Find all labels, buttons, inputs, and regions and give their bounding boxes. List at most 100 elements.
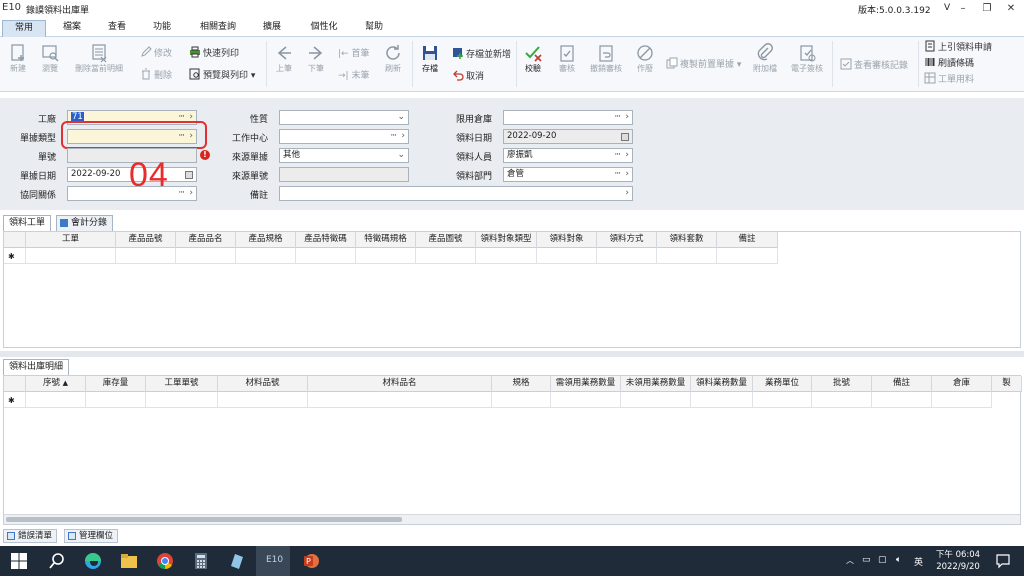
- system-clock[interactable]: 下午 06:04 2022/9/20: [930, 549, 986, 573]
- source-doc-select[interactable]: 其他 ⌄: [279, 148, 409, 163]
- copy-prev-doc-button[interactable]: 複製前置單據 ▾: [666, 57, 741, 71]
- browse-button[interactable]: 瀏覽: [36, 43, 64, 74]
- attachment-button[interactable]: 附加檔: [748, 43, 782, 74]
- nature-select[interactable]: ⌄: [279, 110, 409, 125]
- col-header[interactable]: 特徵碼規格: [356, 232, 416, 248]
- menu-tab-extend[interactable]: 擴展: [252, 20, 292, 37]
- remark-field[interactable]: ›: [279, 186, 633, 201]
- notes-app-icon[interactable]: [228, 552, 246, 570]
- chevron-right-icon[interactable]: ›: [401, 130, 405, 143]
- col-header[interactable]: 製: [992, 376, 1022, 392]
- issuer-field[interactable]: 廖振凱 ··· ›: [503, 148, 633, 163]
- version-dropdown-icon[interactable]: V: [944, 3, 950, 13]
- menu-tab-help[interactable]: 幫助: [354, 20, 394, 37]
- issue-dept-field[interactable]: 倉管 ··· ›: [503, 167, 633, 182]
- maximize-button[interactable]: ❐: [976, 1, 998, 17]
- powerpoint-icon[interactable]: P: [302, 552, 320, 570]
- chevron-right-icon[interactable]: ›: [625, 168, 629, 181]
- calculator-icon[interactable]: [192, 552, 210, 570]
- col-header[interactable]: 領料對象類型: [476, 232, 537, 248]
- edge-browser-icon[interactable]: [84, 552, 102, 570]
- calendar-icon[interactable]: [185, 171, 193, 179]
- volume-icon[interactable]: 🔈︎: [896, 555, 901, 565]
- chevron-right-icon[interactable]: ›: [625, 187, 629, 200]
- col-header[interactable]: 備註: [872, 376, 932, 392]
- lookup-icon[interactable]: ···: [614, 168, 621, 181]
- last-record-button[interactable]: →| 末筆: [338, 69, 369, 83]
- col-header[interactable]: 產品品名: [176, 232, 236, 248]
- tray-chevron-up-icon[interactable]: ︿: [846, 555, 854, 566]
- table-row[interactable]: ✱: [4, 392, 992, 408]
- file-explorer-icon[interactable]: [120, 552, 138, 570]
- col-header[interactable]: 備註: [717, 232, 778, 248]
- chevron-down-icon[interactable]: ⌄: [397, 111, 405, 124]
- network-icon[interactable]: ▭: [862, 555, 871, 565]
- scrollbar-thumb[interactable]: [6, 517, 402, 522]
- col-header[interactable]: 領料對象: [537, 232, 597, 248]
- windows-start-icon[interactable]: [10, 552, 28, 570]
- first-record-button[interactable]: |← 首筆: [338, 47, 369, 61]
- source-no-field[interactable]: [279, 167, 409, 182]
- menu-tab-file[interactable]: 檔案: [52, 20, 92, 37]
- lookup-icon[interactable]: ···: [614, 111, 621, 124]
- new-button[interactable]: 新建: [4, 43, 32, 74]
- cancel-button[interactable]: 取消: [452, 69, 484, 83]
- warehouse-field[interactable]: ··· ›: [503, 110, 633, 125]
- col-header[interactable]: 產品品號: [116, 232, 176, 248]
- lookup-icon[interactable]: ···: [614, 149, 621, 162]
- col-header[interactable]: 領料方式: [597, 232, 657, 248]
- lookup-icon[interactable]: ···: [390, 130, 397, 143]
- display-icon[interactable]: ▢: [878, 555, 887, 565]
- quick-print-button[interactable]: 快速列印: [189, 46, 239, 60]
- menu-tab-view[interactable]: 查看: [97, 20, 137, 37]
- save-and-new-button[interactable]: 存檔並新增: [452, 47, 511, 61]
- preview-print-button[interactable]: 預覽與列印 ▾: [189, 68, 255, 82]
- save-button[interactable]: 存檔: [418, 43, 442, 74]
- verify-button[interactable]: 校驗: [520, 43, 546, 74]
- col-header-seq[interactable]: 序號 ▲: [26, 376, 86, 392]
- chrome-icon[interactable]: [156, 552, 174, 570]
- close-button[interactable]: ✕: [1000, 1, 1022, 17]
- col-header[interactable]: 倉庫: [932, 376, 992, 392]
- next-record-button[interactable]: 下筆: [304, 43, 328, 74]
- col-header[interactable]: 批號: [812, 376, 872, 392]
- col-header[interactable]: 產品規格: [236, 232, 296, 248]
- horizontal-scrollbar[interactable]: [4, 514, 1020, 524]
- refresh-button[interactable]: 刷新: [380, 43, 406, 74]
- col-header[interactable]: 工單: [26, 232, 116, 248]
- col-header[interactable]: 材料品名: [308, 376, 492, 392]
- input-language[interactable]: 英: [914, 555, 923, 568]
- chevron-right-icon[interactable]: ›: [189, 187, 193, 200]
- delete-detail-button[interactable]: 刪除當前明細: [68, 43, 130, 74]
- delete-button[interactable]: 刪除: [140, 68, 172, 82]
- col-header[interactable]: 規格: [492, 376, 551, 392]
- view-sign-log-button[interactable]: 查看審核記錄: [840, 58, 908, 72]
- table-row[interactable]: ✱: [4, 248, 778, 264]
- print-barcode-button[interactable]: 刷讀條碼: [924, 56, 974, 70]
- tab-error-list[interactable]: 錯誤清單: [3, 529, 58, 543]
- taskbar-app-e10[interactable]: E10: [256, 546, 290, 576]
- chevron-down-icon[interactable]: ⌄: [397, 149, 405, 162]
- unapprove-button[interactable]: 撤銷審核: [586, 43, 626, 74]
- menu-tab-personalize[interactable]: 個性化: [302, 20, 346, 37]
- tab-work-orders[interactable]: 領料工單: [3, 215, 52, 231]
- col-header[interactable]: 材料品號: [218, 376, 308, 392]
- modify-button[interactable]: 修改: [140, 46, 172, 60]
- chevron-right-icon[interactable]: ›: [625, 149, 629, 162]
- col-header[interactable]: 產品特徵碼: [296, 232, 356, 248]
- pull-request-button[interactable]: 上引領料申請: [924, 40, 992, 54]
- col-header[interactable]: 需領用業務數量: [551, 376, 621, 392]
- e-sign-button[interactable]: 電子簽核: [788, 43, 826, 74]
- approve-button[interactable]: 審核: [554, 43, 580, 74]
- col-header[interactable]: 領料套數: [657, 232, 717, 248]
- col-header[interactable]: 工單單號: [146, 376, 218, 392]
- tab-accounting-entries[interactable]: 會計分錄: [56, 215, 114, 231]
- void-button[interactable]: 作廢: [632, 43, 658, 74]
- prev-record-button[interactable]: 上筆: [272, 43, 296, 74]
- tab-management-fields[interactable]: 管理欄位: [64, 529, 119, 543]
- notification-icon[interactable]: [994, 552, 1012, 570]
- splitter[interactable]: [0, 351, 1024, 357]
- relation-field[interactable]: ··· ›: [67, 186, 197, 201]
- col-header[interactable]: 領料業務數量: [691, 376, 753, 392]
- lookup-icon[interactable]: ···: [178, 187, 185, 200]
